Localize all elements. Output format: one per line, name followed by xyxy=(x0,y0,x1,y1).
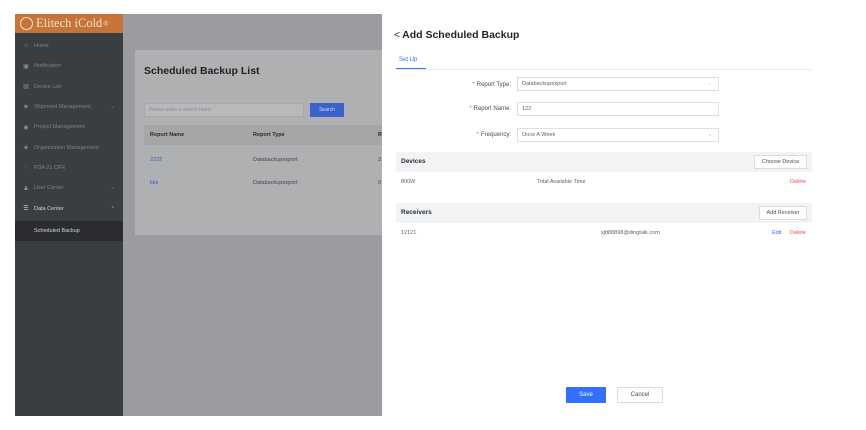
required-mark: * xyxy=(472,82,475,88)
truncated-cell: 0 xyxy=(378,180,382,186)
sidebar-item-shipment-management[interactable]: ⚑ Shipment Management ⌄ xyxy=(15,97,123,117)
sidebar-item-user-center[interactable]: ♟ User Center ⌄ xyxy=(15,178,123,198)
required-mark: * xyxy=(476,132,479,138)
registered-mark: ® xyxy=(103,19,109,28)
sidebar: Elitech iCold ® ⌂ Home ▣ Notification ▤ Device… xyxy=(15,14,123,416)
column-header-report-type: Report Type xyxy=(253,132,285,138)
search-button[interactable]: Search xyxy=(310,103,344,117)
drawer-title: < Add Scheduled Backup xyxy=(394,29,519,41)
app-window: Elitech iCold ® ⌂ Home ▣ Notification ▤ Device… xyxy=(15,14,827,416)
project-icon: ◉ xyxy=(23,124,29,131)
sidebar-item-label: Shipment Management xyxy=(34,104,91,111)
report-type-cell: Databackupexport xyxy=(253,180,298,186)
report-name-link[interactable]: 2222 xyxy=(150,157,162,163)
device-row: 800W Total Available Time Delete xyxy=(396,174,812,192)
brand-name: Elitech iCold xyxy=(36,16,103,30)
report-name-label: * Report Name: xyxy=(401,106,511,112)
cancel-button[interactable]: Cancel xyxy=(617,387,663,403)
shipment-icon: ⚑ xyxy=(23,104,29,111)
report-type-value: Databackupexport xyxy=(522,81,567,87)
receiver-email: xjtt88898@dingtalk.com xyxy=(601,230,660,236)
edit-receiver-link[interactable]: Edit xyxy=(772,230,781,236)
receivers-title: Receivers xyxy=(401,209,432,216)
choose-device-button[interactable]: Choose Device xyxy=(754,155,807,169)
notification-icon: ▣ xyxy=(23,63,29,70)
tab-set-up[interactable]: Set Up xyxy=(396,54,426,69)
table-header: Report Name Report Type R xyxy=(144,125,405,145)
tab-set-up-label: Set Up xyxy=(399,57,418,63)
frequency-label-text: Frequency: xyxy=(480,132,511,138)
search-input[interactable] xyxy=(144,103,304,117)
sidebar-menu: ⌂ Home ▣ Notification ▤ Device List ⚑ Shipment … xyxy=(15,36,123,241)
frequency-value: Once A Week xyxy=(522,132,556,138)
chevron-down-icon: ⌄ xyxy=(110,185,115,192)
sidebar-item-device-list[interactable]: ▤ Device List xyxy=(15,77,123,97)
receivers-section-header: Receivers Add Receiver xyxy=(396,203,812,223)
sidebar-item-label: Notification xyxy=(34,63,62,70)
chevron-up-icon: ⌃ xyxy=(110,205,115,212)
sidebar-item-fda-21-cfr[interactable]: ◌ FDA 21 CFR xyxy=(15,158,123,178)
column-header-report-name: Report Name xyxy=(150,132,185,138)
sidebar-item-label: User Center xyxy=(34,185,64,192)
fda-icon: ◌ xyxy=(24,164,28,171)
devices-title: Devices xyxy=(401,158,426,165)
report-type-label-text: Report Type: xyxy=(476,82,511,88)
sidebar-item-organization-management[interactable]: ◈ Organization Management xyxy=(15,137,123,157)
report-name-label-text: Report Name: xyxy=(473,106,511,112)
report-type-cell: Databackupexport xyxy=(253,157,298,163)
elitech-logo-icon xyxy=(20,17,33,30)
add-receiver-button[interactable]: Add Receiver xyxy=(759,206,807,220)
add-scheduled-backup-drawer: < Add Scheduled Backup Set Up * Report Typ… xyxy=(382,14,827,416)
device-name: 800W xyxy=(401,179,416,185)
report-type-label: * Report Type: xyxy=(401,82,511,88)
delete-device-link[interactable]: Delete xyxy=(790,179,806,185)
brand-logo[interactable]: Elitech iCold ® xyxy=(15,14,123,33)
sidebar-item-label: Project Management xyxy=(34,124,85,131)
sidebar-item-label: FDA 21 CFR xyxy=(34,164,66,171)
truncated-cell: 3 xyxy=(378,157,382,163)
report-name-input[interactable]: 122 xyxy=(517,102,719,116)
report-name-link[interactable]: kkk xyxy=(150,180,158,186)
table-row[interactable]: kkk Databackupexport 0 xyxy=(144,173,405,193)
sidebar-item-notification[interactable]: ▣ Notification xyxy=(15,56,123,76)
sidebar-item-label: Home xyxy=(34,43,49,50)
sidebar-item-home[interactable]: ⌂ Home xyxy=(15,36,123,56)
sidebar-item-label: Organization Management xyxy=(34,144,99,151)
back-chevron-icon[interactable]: < xyxy=(394,29,400,41)
drawer-title-text: Add Scheduled Backup xyxy=(402,29,520,41)
tabs-divider xyxy=(396,69,812,70)
data-center-icon: ☰ xyxy=(23,206,29,213)
delete-receiver-link[interactable]: Delete xyxy=(790,230,806,236)
sidebar-item-project-management[interactable]: ◉ Project Management xyxy=(15,117,123,137)
report-type-select[interactable]: Databackupexport ⌄ xyxy=(517,77,719,91)
organization-icon: ◈ xyxy=(23,145,29,152)
frequency-label: * Frequency: xyxy=(401,132,511,138)
sidebar-item-scheduled-backup[interactable]: Scheduled Backup xyxy=(15,220,123,241)
chevron-down-icon: ⌄ xyxy=(110,104,115,111)
home-icon: ⌂ xyxy=(24,43,28,50)
table-row[interactable]: 2222 Databackupexport 3 xyxy=(144,150,405,170)
frequency-select[interactable]: Once A Week ⌄ xyxy=(517,128,719,142)
sidebar-item-label: Data Center xyxy=(34,205,64,212)
user-icon: ♟ xyxy=(23,185,29,192)
backup-list-card: Scheduled Backup List Search Report Name… xyxy=(135,50,405,235)
devices-section-header: Devices Choose Device xyxy=(396,152,812,172)
receiver-row: 12121 xjtt88898@dingtalk.com Edit Delete xyxy=(396,225,812,243)
sidebar-item-data-center[interactable]: ☰ Data Center ⌃ xyxy=(15,198,123,218)
chevron-down-icon: ⌄ xyxy=(707,81,712,87)
device-icon: ▤ xyxy=(23,84,29,91)
required-mark: * xyxy=(469,106,472,112)
save-button[interactable]: Save xyxy=(566,387,606,403)
report-name-value: 122 xyxy=(522,106,532,112)
chevron-down-icon: ⌄ xyxy=(707,132,712,138)
sidebar-item-label: Device List xyxy=(34,83,61,90)
receiver-name: 12121 xyxy=(401,230,417,236)
device-detail: Total Available Time xyxy=(537,179,586,185)
page-title: Scheduled Backup List xyxy=(144,65,260,77)
